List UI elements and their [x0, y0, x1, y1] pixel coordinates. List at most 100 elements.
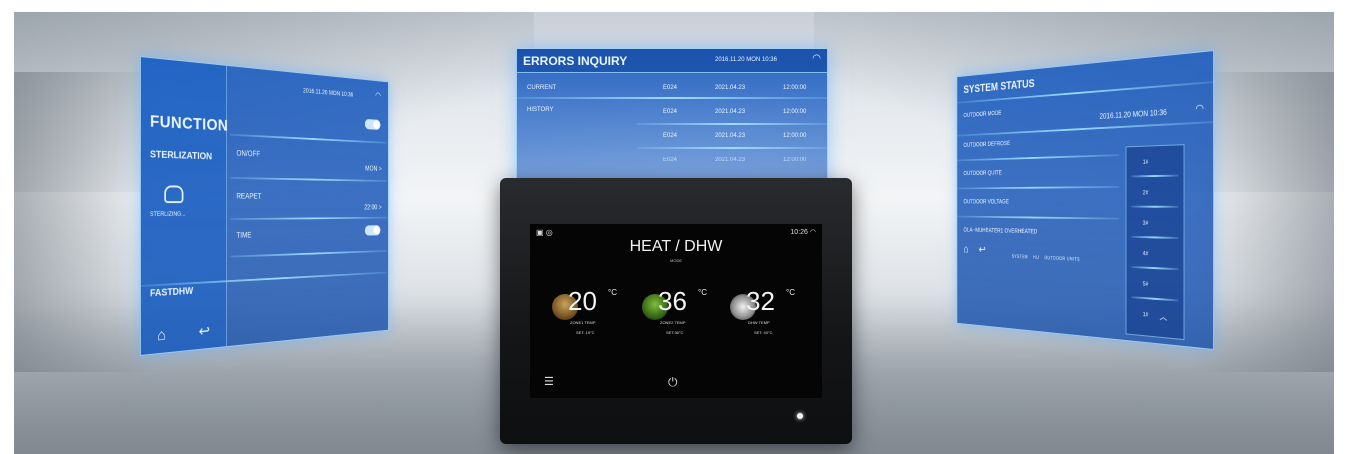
zone1-temp: 20: [568, 286, 597, 316]
error-time: 12:00:00: [783, 109, 807, 115]
time: 10:26: [790, 229, 808, 236]
zone1-label: ZONE1 TEMP: [570, 320, 596, 325]
home-icon[interactable]: ⌂: [157, 327, 166, 346]
power-icon[interactable]: ⏻: [668, 375, 678, 390]
back-icon[interactable]: ↩: [979, 243, 986, 257]
error-date: 2021.04.23: [715, 133, 746, 139]
day: MON: [328, 90, 341, 98]
date: 2016.11.20: [715, 57, 745, 63]
status-row: OUTDOOR VOLTAGE: [963, 199, 1009, 206]
day: MON: [746, 57, 761, 63]
dhw-tile[interactable]: 32 °C DHW TEMP SET: 40°C: [730, 286, 810, 346]
unit-item[interactable]: 3#: [1143, 221, 1149, 227]
function-sidebar: [140, 57, 227, 355]
lock-icon: ▣: [536, 228, 544, 237]
error-code: E024: [663, 109, 678, 115]
device-time: 10:26 ◠: [790, 228, 816, 236]
mode-label: MODE: [670, 258, 682, 263]
divider: [957, 215, 1120, 220]
errors-datetime: 2016.11.20 MON 10:36: [715, 57, 777, 63]
unit-item[interactable]: 1#: [1143, 312, 1149, 318]
error-date: 2021.04.23: [715, 157, 746, 163]
errors-title: ERRORS INQUIRY: [523, 54, 628, 68]
dhw-unit: °C: [786, 288, 795, 297]
chevron-up-icon[interactable]: ︿: [1159, 310, 1167, 323]
time: 10:36: [1149, 108, 1167, 118]
dhw-temp: 32: [746, 286, 775, 316]
zone1-unit: °C: [608, 288, 617, 297]
error-code: E024: [663, 85, 678, 91]
tab-outdoor-units[interactable]: OUTDOOR UNITS: [1044, 256, 1080, 263]
row-repeat-value[interactable]: MON >: [365, 165, 381, 173]
errors-panel: ERRORS INQUIRY 2016.11.20 MON 10:36 ◠ CU…: [516, 48, 828, 190]
system-tabs: SYSTEM HU OUTDOOR UNITS: [1012, 254, 1080, 262]
error-code: E024: [663, 157, 678, 163]
back-icon[interactable]: ↩: [199, 321, 210, 341]
error-date: 2021.04.23: [715, 85, 746, 91]
divider: [637, 123, 827, 125]
controller-device: ▣ ◎ 10:26 ◠ HEAT / DHW MODE 20 °C ZONE1 …: [500, 178, 852, 444]
function-title: FUNCTION: [149, 111, 229, 135]
date: 2016.11.20: [303, 87, 328, 97]
sterilizing-label: STERLIZING...: [149, 211, 186, 218]
system-datetime: 2016.11.20 MON 10:36: [1100, 108, 1167, 121]
row-onoff-label: ON/OFF: [236, 149, 261, 159]
zone2-unit: °C: [698, 288, 707, 297]
status-row: OUTDOOR MODE: [963, 110, 1002, 119]
status-row: OUTDOOR QUITE: [963, 170, 1002, 177]
divider: [230, 133, 387, 144]
divider: [1131, 235, 1179, 240]
tab-history[interactable]: HISTORY: [527, 107, 553, 113]
time: 10:36: [761, 57, 777, 63]
system-status-panel: SYSTEM STATUS 2016.11.20 MON 10:36 ◠ OUT…: [956, 50, 1214, 350]
zone2-set: SET:36°C: [666, 330, 684, 335]
divider: [230, 216, 387, 221]
unit-item[interactable]: 1#: [1143, 160, 1149, 166]
day: MON: [1132, 109, 1149, 119]
dhw-label: DHW TEMP: [748, 320, 770, 325]
unit-column: 1# 2# 3# 4# 5# 1# ︿: [1125, 144, 1185, 341]
divider: [637, 147, 827, 149]
system-title: SYSTEM STATUS: [963, 76, 1035, 96]
unit-item[interactable]: 2#: [1143, 190, 1149, 196]
row-time-value[interactable]: 22:00 >: [364, 203, 381, 211]
menu-sterilization[interactable]: STERLIZATION: [150, 149, 212, 162]
zone2-temp: 36: [658, 286, 687, 316]
status-row: OUTDOOR DEFROSE: [963, 140, 1011, 149]
function-panel: FUNCTION STERLIZATION STERLIZING... FAST…: [140, 56, 389, 356]
tab-hu[interactable]: HU: [1033, 255, 1039, 261]
divider: [517, 97, 827, 99]
status-icons: ▣ ◎: [536, 228, 553, 237]
wifi-icon: ◠: [375, 91, 381, 101]
unit-item[interactable]: 5#: [1143, 282, 1149, 288]
menu-icon[interactable]: ☰: [544, 375, 554, 388]
divider: [230, 176, 387, 182]
zone1-set: SET: 19°C: [576, 330, 595, 335]
tab-current[interactable]: CURRENT: [527, 85, 556, 91]
tab-system[interactable]: SYSTEM: [1012, 254, 1028, 260]
divider: [957, 120, 1214, 137]
function-datetime: 2016.11.20 MON 10:36: [303, 88, 353, 99]
error-code: E024: [663, 133, 678, 139]
divider: [1131, 174, 1179, 178]
mode-title[interactable]: HEAT / DHW: [530, 238, 822, 256]
time: 10:36: [341, 91, 354, 99]
zone2-tile[interactable]: 36 °C ZONE2 TEMP SET:36°C: [642, 286, 722, 346]
search-icon: ◎: [545, 228, 553, 237]
home-icon[interactable]: ⌂: [964, 242, 969, 255]
date: 2016.11.20: [1099, 110, 1131, 121]
unit-item[interactable]: 4#: [1143, 251, 1149, 257]
status-led: [797, 413, 803, 419]
time-toggle[interactable]: [364, 225, 381, 236]
error-date: 2021.04.23: [715, 109, 746, 115]
error-time: 12:00:00: [783, 133, 807, 139]
zone2-label: ZONE2 TEMP: [660, 320, 686, 325]
status-row: OLA--MUHEATER1 OVERHEATED: [963, 227, 1038, 236]
row-time-label: TIME: [236, 230, 252, 240]
zone1-tile[interactable]: 20 °C ZONE1 TEMP SET: 19°C: [552, 286, 632, 346]
dhw-set: SET: 40°C: [754, 330, 773, 335]
error-time: 12:00:00: [783, 85, 807, 91]
row-repeat-label: REAPET: [236, 191, 262, 201]
sterilize-icon: [164, 185, 184, 204]
onoff-toggle[interactable]: [364, 118, 381, 130]
